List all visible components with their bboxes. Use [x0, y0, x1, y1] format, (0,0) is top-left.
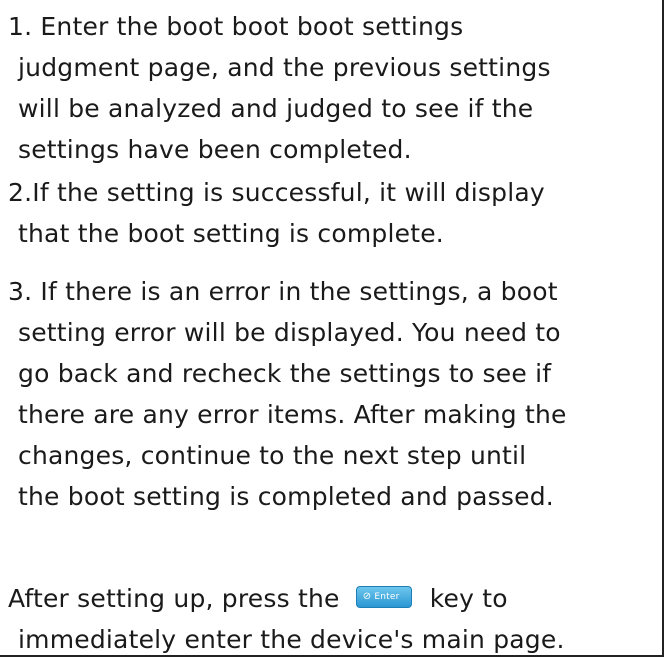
- step-1-paragraph: 1. Enter the boot boot boot settings jud…: [8, 6, 656, 170]
- step-3-line-5: changes, continue to the next step until: [18, 441, 527, 470]
- final-instruction-before-key: After setting up, press the: [8, 584, 340, 613]
- step-3-paragraph: 3. If there is an error in the settings,…: [8, 271, 656, 517]
- check-circle-icon: ⊘: [362, 591, 372, 602]
- final-instruction-line-1: After setting up, press the ⊘ Enter key t…: [8, 578, 656, 619]
- step-3-line-2: setting error will be displayed. You nee…: [18, 318, 561, 347]
- final-instruction-paragraph: After setting up, press the ⊘ Enter key t…: [8, 578, 656, 660]
- step-3-line-4: there are any error items. After making …: [18, 400, 567, 429]
- step-2-line-1: 2.If the setting is successful, it will …: [8, 178, 545, 207]
- step-1-line-4: settings have been completed.: [18, 135, 412, 164]
- enter-key-button[interactable]: ⊘ Enter: [355, 586, 412, 608]
- step-1-line-1: 1. Enter the boot boot boot settings: [8, 12, 464, 41]
- step-3-line-1: 3. If there is an error in the settings,…: [8, 277, 558, 306]
- step-1-line-3: will be analyzed and judged to see if th…: [18, 94, 534, 123]
- instruction-page: 1. Enter the boot boot boot settings jud…: [0, 0, 664, 657]
- step-2-paragraph: 2.If the setting is successful, it will …: [8, 172, 656, 254]
- enter-key-label: Enter: [374, 592, 400, 602]
- step-2-line-2: that the boot setting is complete.: [18, 219, 444, 248]
- step-3-line-6: the boot setting is completed and passed…: [18, 482, 554, 511]
- step-3-line-3: go back and recheck the settings to see …: [18, 359, 552, 388]
- final-instruction-after-key: key to: [429, 584, 508, 613]
- final-instruction-line-2: immediately enter the device's main page…: [18, 625, 565, 654]
- step-1-line-2: judgment page, and the previous settings: [18, 53, 551, 82]
